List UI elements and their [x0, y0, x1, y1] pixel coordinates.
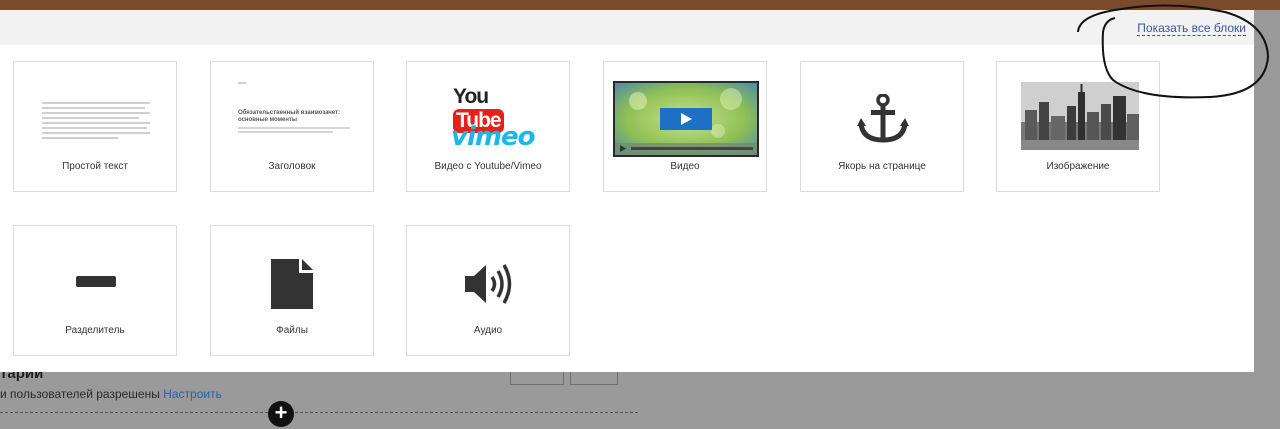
heading-preview-icon: Обязательственный взаимозачет: основные … [238, 82, 350, 133]
tile-label: Изображение [1046, 161, 1110, 172]
configure-link[interactable]: Настроить [163, 387, 222, 401]
tile-label: Разделитель [65, 325, 125, 336]
comments-settings-line: и пользователей разрешены Настроить [0, 387, 222, 401]
tile-divider[interactable]: Разделитель [13, 225, 177, 356]
youtube-you-text: You [453, 85, 489, 108]
youtube-logo: YouTube [453, 85, 525, 133]
tile-simple-text[interactable]: Простой текст [13, 61, 177, 192]
block-divider [0, 412, 638, 413]
comments-settings-text: и пользователей разрешены [0, 387, 160, 401]
tile-audio[interactable]: Аудио [406, 225, 570, 356]
show-all-blocks-link[interactable]: Показать все блоки [1137, 21, 1246, 36]
add-block-button[interactable]: + [268, 401, 294, 427]
modal-header: Показать все блоки [0, 10, 1254, 45]
tile-label: Заголовок [268, 161, 316, 172]
tile-youtube-vimeo[interactable]: YouTube vimeo Видео с Youtube/Vimeo [406, 61, 570, 192]
file-icon [271, 259, 313, 309]
tile-label: Простой текст [62, 161, 128, 172]
tile-label: Аудио [473, 325, 503, 336]
tile-files[interactable]: Файлы [210, 225, 374, 356]
tile-anchor[interactable]: Якорь на странице [800, 61, 964, 192]
tile-label: Видео с Youtube/Vimeo [434, 161, 542, 172]
heading-preview-title: Обязательственный взаимозачет: основные … [238, 110, 341, 123]
tile-label: Якорь на странице [838, 161, 926, 172]
top-bar [0, 0, 1280, 10]
text-lines-icon [42, 102, 150, 142]
video-player-icon [613, 81, 759, 157]
city-image-icon [1021, 82, 1139, 150]
anchor-icon [857, 94, 909, 143]
vimeo-logo: vimeo [451, 122, 535, 152]
block-picker-modal: Показать все блоки Простой текст Обязате… [0, 10, 1254, 372]
tile-label: Файлы [276, 325, 308, 336]
tile-image[interactable]: Изображение [996, 61, 1160, 192]
speaker-icon [465, 264, 512, 304]
tile-label: Видео [670, 161, 700, 172]
tile-video[interactable]: Видео [603, 61, 767, 192]
divider-icon [76, 276, 116, 287]
tile-heading[interactable]: Обязательственный взаимозачет: основные … [210, 61, 374, 192]
